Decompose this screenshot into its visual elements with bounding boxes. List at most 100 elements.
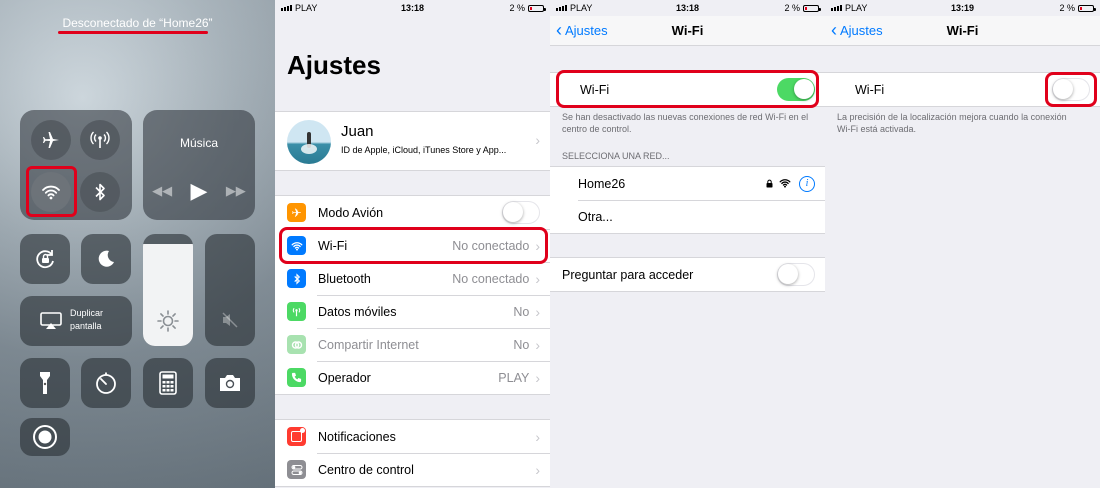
chevron-right-icon: › bbox=[535, 369, 540, 386]
screen-mirroring-label: Duplicar pantalla bbox=[70, 308, 104, 331]
ask-join-row: Preguntar para acceder bbox=[550, 258, 825, 291]
status-bar: PLAY 13:18 2 % bbox=[550, 0, 825, 16]
profile-subtitle: ID de Apple, iCloud, iTunes Store y App.… bbox=[341, 145, 507, 155]
timer-icon bbox=[96, 372, 116, 394]
link-icon bbox=[287, 335, 306, 354]
wifi-icon bbox=[779, 177, 791, 191]
wifi-status-text: Desconectado de “Home26” bbox=[62, 16, 213, 30]
calculator-button[interactable] bbox=[143, 358, 193, 408]
chevron-left-icon: ‹ bbox=[556, 20, 562, 40]
networks-header: SELECCIONA UNA RED... bbox=[562, 151, 670, 161]
switches-icon bbox=[287, 460, 306, 479]
mute-icon bbox=[222, 312, 238, 328]
wifi-off-panel: PLAY 13:19 2 % ‹ Ajustes Wi-Fi Wi-Fi La p… bbox=[825, 0, 1100, 488]
camera-icon bbox=[220, 375, 240, 391]
battery-icon bbox=[528, 4, 546, 12]
settings-row-notifications[interactable]: Notificaciones › bbox=[275, 420, 550, 453]
ask-join-toggle[interactable] bbox=[777, 263, 815, 286]
wifi-row-highlight bbox=[279, 227, 548, 264]
moon-icon bbox=[98, 250, 114, 267]
settings-row-airplane[interactable]: ✈ Modo Avión bbox=[275, 196, 550, 229]
signal-icon bbox=[281, 5, 292, 11]
brightness-slider[interactable] bbox=[143, 234, 193, 346]
battery-percent: 2 % bbox=[509, 3, 525, 13]
signal-icon bbox=[831, 5, 842, 11]
timer-button[interactable] bbox=[81, 358, 131, 408]
screen-recording-button[interactable] bbox=[20, 418, 70, 456]
battery-percent: 2 % bbox=[1059, 3, 1075, 13]
settings-group-system: Notificaciones › Centro de control › bbox=[275, 419, 550, 487]
chevron-right-icon: › bbox=[535, 132, 540, 148]
back-button[interactable]: ‹ Ajustes bbox=[556, 20, 608, 40]
music-title: Música bbox=[179, 136, 218, 150]
control-center-panel: Desconectado de “Home26” Música ◀◀ ▶ ▶▶ … bbox=[0, 0, 275, 488]
info-icon[interactable]: i bbox=[799, 175, 815, 192]
nav-bar: ‹ Ajustes Wi-Fi bbox=[550, 16, 825, 46]
chevron-left-icon: ‹ bbox=[831, 20, 837, 40]
airplane-icon bbox=[43, 132, 59, 148]
music-controls: ◀◀ ▶ ▶▶ bbox=[143, 178, 255, 204]
phone-icon bbox=[287, 368, 306, 387]
network-row-other[interactable]: Otra... bbox=[550, 200, 825, 233]
wifi-on-panel: PLAY 13:18 2 % ‹ Ajustes Wi-Fi Wi-Fi Se h… bbox=[550, 0, 825, 488]
location-note: La precisión de la localización mejora c… bbox=[837, 112, 1067, 134]
airplay-icon bbox=[40, 312, 62, 329]
sun-icon bbox=[157, 310, 179, 332]
bluetooth-icon bbox=[287, 269, 306, 288]
lock-icon bbox=[766, 177, 773, 191]
antenna-icon bbox=[90, 131, 110, 148]
bluetooth-button[interactable] bbox=[80, 172, 120, 212]
wifi-note: Se han desactivado las nuevas conexiones… bbox=[562, 112, 809, 134]
back-button[interactable]: ‹ Ajustes bbox=[831, 20, 883, 40]
do-not-disturb-button[interactable] bbox=[81, 234, 131, 284]
chevron-right-icon: › bbox=[535, 336, 540, 353]
airplane-icon: ✈ bbox=[287, 203, 306, 222]
nav-bar: ‹ Ajustes Wi-Fi bbox=[825, 16, 1100, 46]
cellular-data-button[interactable] bbox=[80, 120, 120, 160]
wifi-highlight-box bbox=[26, 166, 77, 217]
airplane-toggle[interactable] bbox=[502, 201, 540, 224]
airplane-mode-button[interactable] bbox=[31, 120, 71, 160]
wifi-toggle-highlight bbox=[556, 70, 819, 108]
status-bar: PLAY 13:19 2 % bbox=[825, 0, 1100, 16]
chevron-right-icon: › bbox=[535, 461, 540, 478]
flashlight-button[interactable] bbox=[20, 358, 70, 408]
bluetooth-icon bbox=[95, 183, 105, 201]
settings-row-control-center[interactable]: Centro de control › bbox=[275, 453, 550, 486]
forward-icon[interactable]: ▶▶ bbox=[226, 183, 246, 199]
carrier-label: PLAY bbox=[845, 3, 868, 13]
carrier-label: PLAY bbox=[295, 3, 318, 13]
battery-percent: 2 % bbox=[784, 3, 800, 13]
flashlight-icon bbox=[40, 372, 50, 394]
rotation-lock-icon bbox=[36, 250, 54, 269]
rewind-icon[interactable]: ◀◀ bbox=[152, 183, 172, 199]
play-icon[interactable]: ▶ bbox=[191, 178, 208, 204]
antenna-icon bbox=[287, 302, 306, 321]
settings-row-bluetooth[interactable]: Bluetooth No conectado › bbox=[275, 262, 550, 295]
wifi-toggle-highlight bbox=[1045, 72, 1097, 107]
avatar bbox=[287, 120, 331, 164]
rotation-lock-button[interactable] bbox=[20, 234, 70, 284]
calculator-icon bbox=[159, 371, 177, 395]
record-icon bbox=[33, 425, 57, 449]
battery-icon bbox=[1078, 4, 1096, 12]
network-row-home26[interactable]: Home26 i bbox=[550, 167, 825, 200]
settings-group-connectivity: ✈ Modo Avión Wi-Fi No conectado › Blueto… bbox=[275, 195, 550, 395]
chevron-right-icon: › bbox=[535, 303, 540, 320]
settings-row-carrier[interactable]: Operador PLAY › bbox=[275, 361, 550, 394]
highlight-underline bbox=[58, 31, 208, 34]
page-title: Ajustes bbox=[287, 50, 381, 80]
battery-icon bbox=[803, 4, 821, 12]
settings-row-mobile-data[interactable]: Datos móviles No › bbox=[275, 295, 550, 328]
networks-group: Home26 i Otra... bbox=[550, 166, 825, 234]
volume-slider[interactable] bbox=[205, 234, 255, 346]
status-bar: PLAY 13:18 2 % bbox=[275, 0, 550, 16]
profile-name: Juan bbox=[341, 123, 374, 140]
settings-row-hotspot[interactable]: Compartir Internet No › bbox=[275, 328, 550, 361]
chevron-right-icon: › bbox=[535, 270, 540, 287]
chevron-right-icon: › bbox=[535, 428, 540, 445]
camera-button[interactable] bbox=[205, 358, 255, 408]
settings-panel: PLAY 13:18 2 % Ajustes Juan ID de Apple,… bbox=[275, 0, 550, 488]
signal-icon bbox=[556, 5, 567, 11]
profile-row[interactable]: Juan ID de Apple, iCloud, iTunes Store y… bbox=[275, 111, 550, 171]
